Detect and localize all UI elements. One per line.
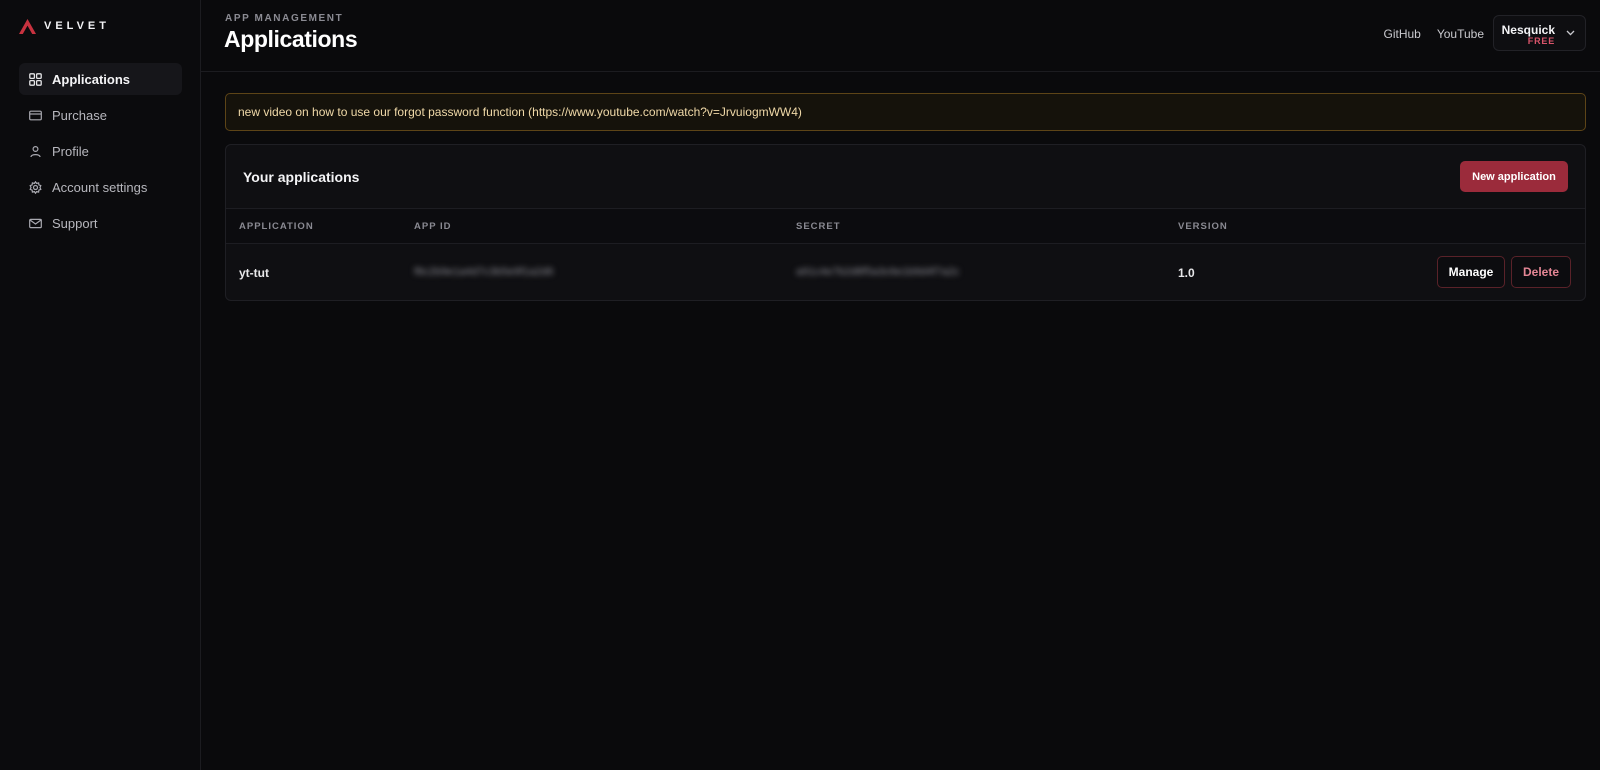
mail-icon — [29, 218, 42, 228]
sidebar-item-account-settings[interactable]: Account settings — [19, 171, 182, 203]
sidebar-item-support[interactable]: Support — [19, 207, 182, 239]
youtube-link[interactable]: YouTube — [1437, 27, 1484, 41]
sidebar-item-label: Profile — [52, 143, 89, 159]
plan-badge: FREE — [1527, 36, 1555, 46]
header-links: GitHub YouTube — [1383, 27, 1484, 41]
column-header-app-id: APP ID — [414, 221, 452, 232]
applications-panel: Your applications New application APPLIC… — [225, 144, 1586, 301]
announcement-banner: new video on how to use our forgot passw… — [225, 93, 1586, 131]
brand-name: VELVET — [44, 20, 110, 32]
column-header-secret: SECRET — [796, 221, 841, 232]
secret-value[interactable]: a91c4e7b2d8f5a3c6e1b9d4f7a2c — [796, 266, 959, 278]
manage-button[interactable]: Manage — [1437, 256, 1505, 288]
delete-button[interactable]: Delete — [1511, 256, 1571, 288]
announcement-text: new video on how to use our forgot passw… — [238, 105, 802, 119]
sidebar-item-label: Applications — [52, 71, 131, 87]
velvet-logo-icon — [19, 18, 36, 34]
credit-card-icon — [29, 110, 42, 120]
page-title: Applications — [224, 26, 358, 52]
column-header-application: APPLICATION — [239, 221, 314, 232]
user-name: Nesquick — [1501, 23, 1555, 37]
sidebar-item-profile[interactable]: Profile — [19, 135, 182, 167]
version-value: 1.0 — [1178, 266, 1195, 280]
table-header: APPLICATION APP ID SECRET VERSION — [226, 208, 1585, 244]
page-eyebrow: APP MANAGEMENT — [225, 13, 344, 24]
sidebar: VELVET Applications Purchase Profile Acc… — [0, 0, 201, 770]
new-application-button[interactable]: New application — [1460, 161, 1568, 192]
sidebar-nav: Applications Purchase Profile Account se… — [19, 63, 182, 243]
application-name: yt-tut — [239, 266, 269, 280]
sidebar-item-applications[interactable]: Applications — [19, 63, 182, 95]
grid-icon — [29, 72, 42, 86]
gear-icon — [29, 180, 42, 194]
user-menu-button[interactable]: Nesquick FREE — [1493, 15, 1586, 51]
user-icon — [30, 145, 41, 157]
top-header: APP MANAGEMENT Applications GitHub YouTu… — [201, 0, 1600, 72]
panel-title: Your applications — [243, 169, 360, 185]
sidebar-item-label: Support — [52, 215, 98, 231]
brand-logo[interactable]: VELVET — [19, 18, 110, 34]
sidebar-item-label: Account settings — [52, 179, 148, 195]
sidebar-item-label: Purchase — [52, 107, 107, 123]
table-row: yt-tut f8c2b9e1a4d7c3b5e9f1a2d6 a91c4e7b… — [226, 244, 1585, 300]
sidebar-item-purchase[interactable]: Purchase — [19, 99, 182, 131]
chevron-down-icon — [1566, 30, 1575, 36]
github-link[interactable]: GitHub — [1383, 27, 1420, 41]
column-header-version: VERSION — [1178, 221, 1228, 232]
app-id-value[interactable]: f8c2b9e1a4d7c3b5e9f1a2d6 — [414, 266, 553, 278]
